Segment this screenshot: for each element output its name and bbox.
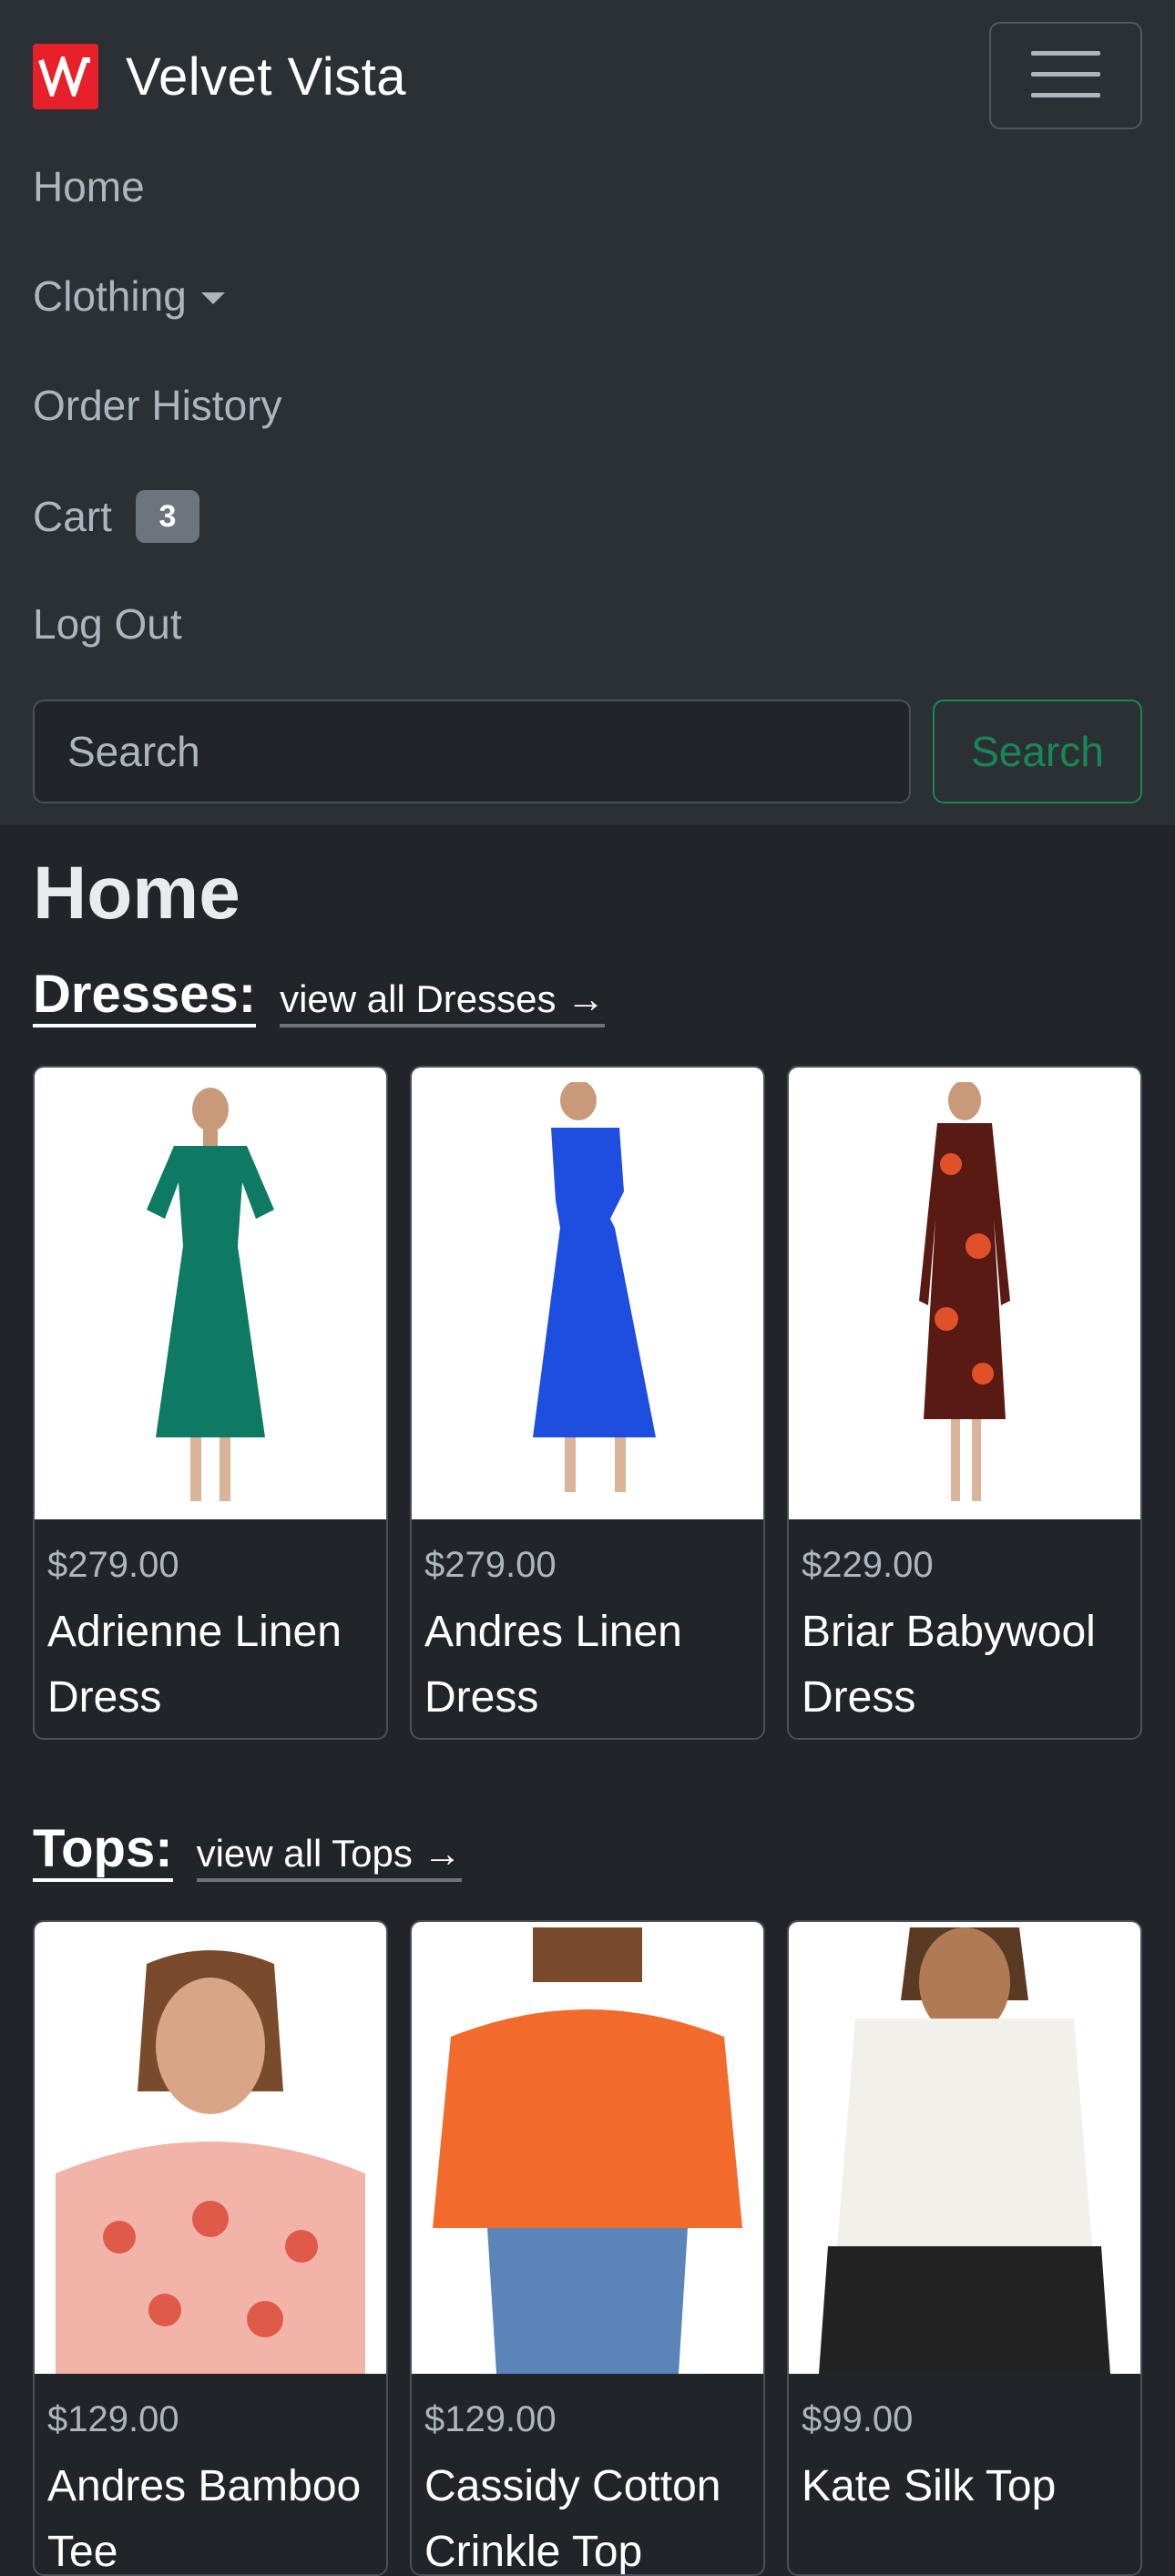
nav-item-home[interactable]: Home [33, 166, 145, 208]
product-card[interactable]: $229.00 Briar Babywool Dress [787, 1066, 1142, 1740]
nav-item-clothing[interactable]: Clothing [33, 275, 225, 317]
section-header-dresses: Dresses: view all Dresses → [33, 966, 606, 1027]
view-all-dresses-link[interactable]: view all Dresses → [280, 976, 606, 1027]
product-card[interactable]: $129.00 Cassidy Cotton Crinkle Top [410, 1920, 765, 2576]
section-title: Dresses: [33, 966, 257, 1027]
product-price: $229.00 [802, 1545, 934, 1585]
nav-item-log-out[interactable]: Log Out [33, 603, 182, 645]
nav-item-label: Home [33, 163, 145, 210]
hamburger-icon [1031, 49, 1100, 103]
product-price: $279.00 [47, 1545, 179, 1585]
nav-item-order-history[interactable]: Order History [33, 384, 281, 426]
nav-item-label: Clothing [33, 272, 187, 320]
section-title: Tops: [33, 1820, 173, 1882]
section-header-tops: Tops: view all Tops → [33, 1820, 462, 1882]
page-title: Home [33, 852, 240, 935]
brand-name: Velvet Vista [126, 46, 407, 107]
navbar: Velvet Vista Home Clothing Order History… [0, 0, 1175, 825]
product-price: $279.00 [424, 1545, 557, 1585]
nav-item-cart[interactable]: Cart 3 [33, 490, 199, 543]
product-image [789, 1922, 1140, 2374]
cart-count-badge: 3 [135, 490, 199, 543]
product-image [412, 1068, 763, 1519]
product-image [789, 1068, 1140, 1519]
product-card[interactable]: $99.00 Kate Silk Top [787, 1920, 1142, 2576]
product-name: Andres Bamboo Tee [47, 2462, 362, 2576]
product-price: $129.00 [47, 2399, 179, 2439]
product-card[interactable]: $279.00 Adrienne Linen Dress [33, 1066, 388, 1740]
product-name: Adrienne Linen Dress [47, 1608, 342, 1722]
product-image [35, 1922, 386, 2374]
search-button[interactable]: Search [933, 700, 1142, 803]
product-name: Kate Silk Top [802, 2462, 1057, 2510]
search-input[interactable] [33, 700, 911, 803]
product-name: Andres Linen Dress [424, 1608, 682, 1722]
vv-logo-icon [33, 44, 98, 109]
nav-item-label: Cart [33, 493, 112, 540]
nav-item-label: Order History [33, 382, 282, 429]
navbar-toggler-button[interactable] [989, 22, 1142, 129]
view-all-tops-link[interactable]: view all Tops → [196, 1830, 462, 1882]
product-image [412, 1922, 763, 2374]
product-card[interactable]: $129.00 Andres Bamboo Tee [33, 1920, 388, 2576]
product-price: $129.00 [424, 2399, 557, 2439]
product-price: $99.00 [802, 2399, 914, 2439]
brand-link[interactable]: Velvet Vista [33, 44, 406, 109]
product-name: Cassidy Cotton Crinkle Top [424, 2462, 721, 2576]
nav-item-label: Log Out [33, 600, 182, 648]
product-card[interactable]: $279.00 Andres Linen Dress [410, 1066, 765, 1740]
product-image [35, 1068, 386, 1519]
product-name: Briar Babywool Dress [802, 1608, 1096, 1722]
caret-down-icon [200, 291, 225, 304]
